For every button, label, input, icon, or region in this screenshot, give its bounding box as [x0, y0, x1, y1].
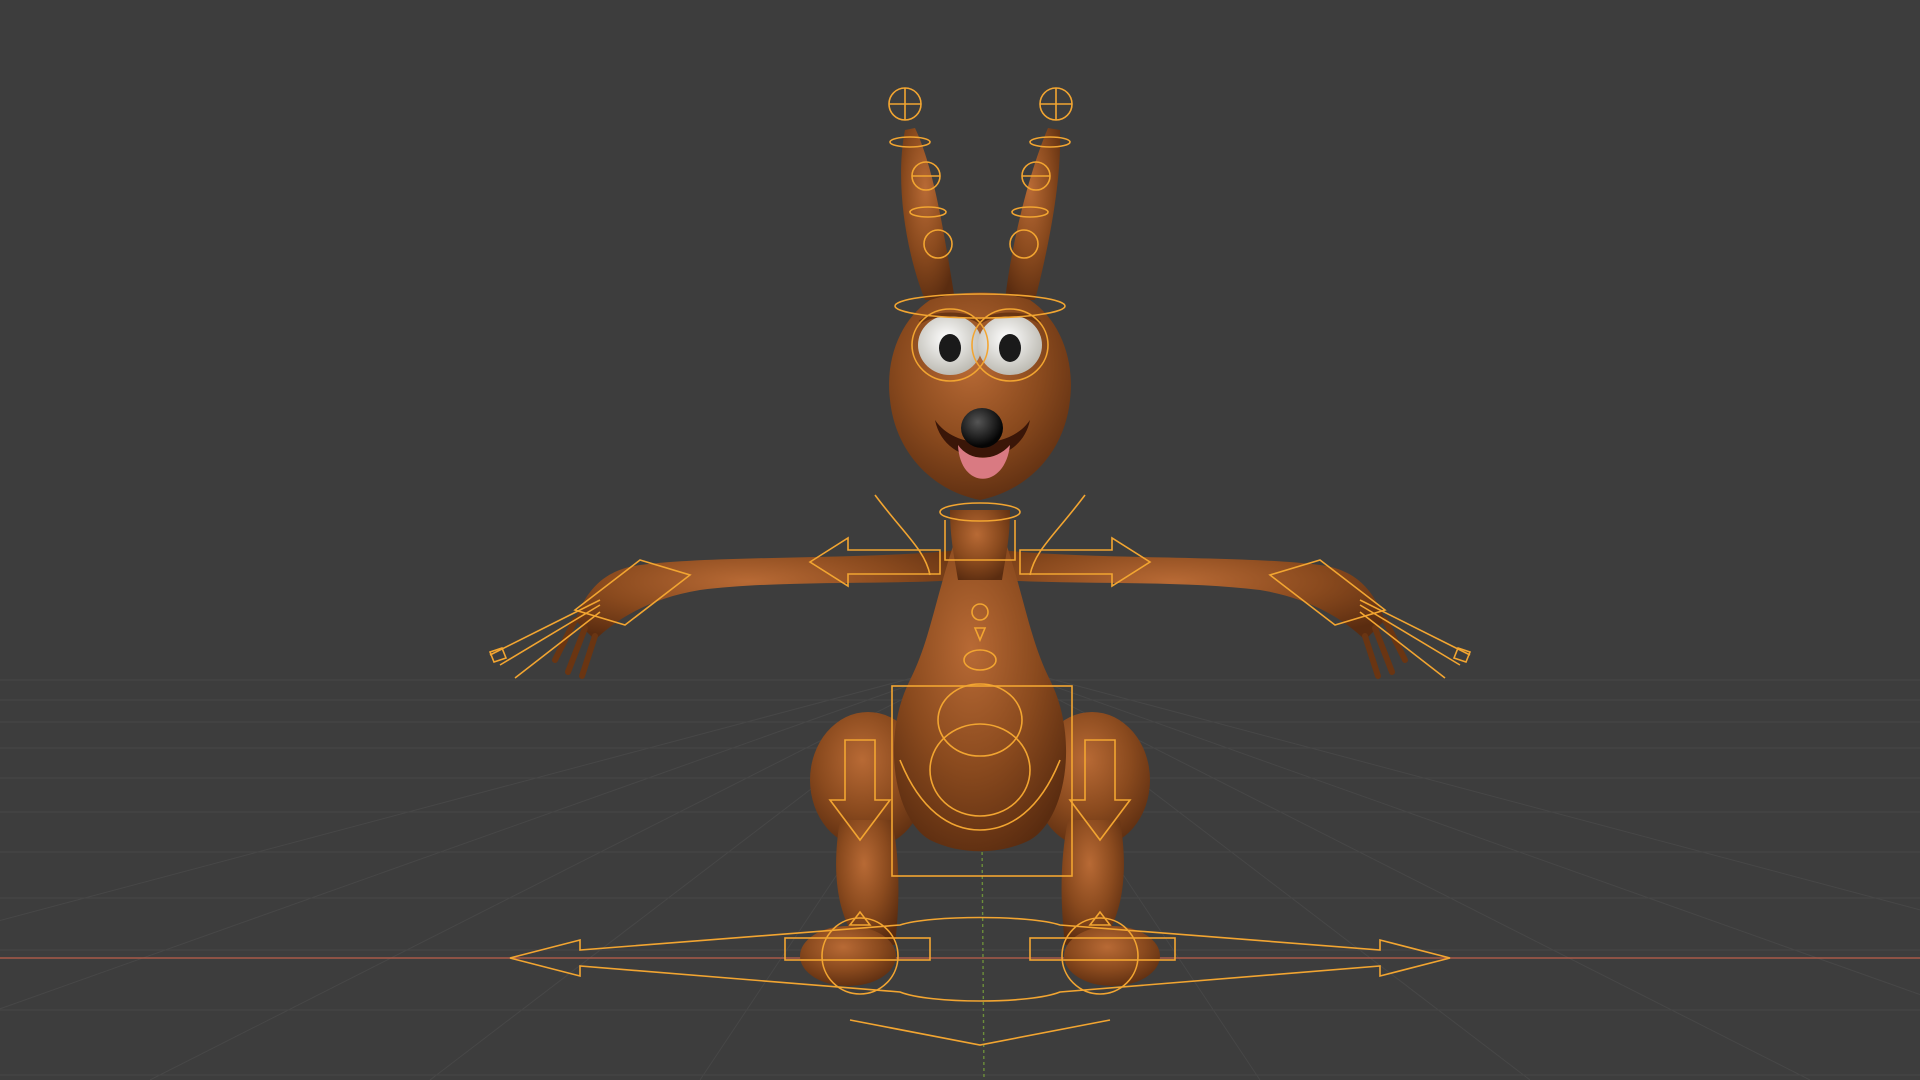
- character-mesh[interactable]: [552, 128, 1408, 986]
- 3d-viewport[interactable]: [0, 0, 1920, 1080]
